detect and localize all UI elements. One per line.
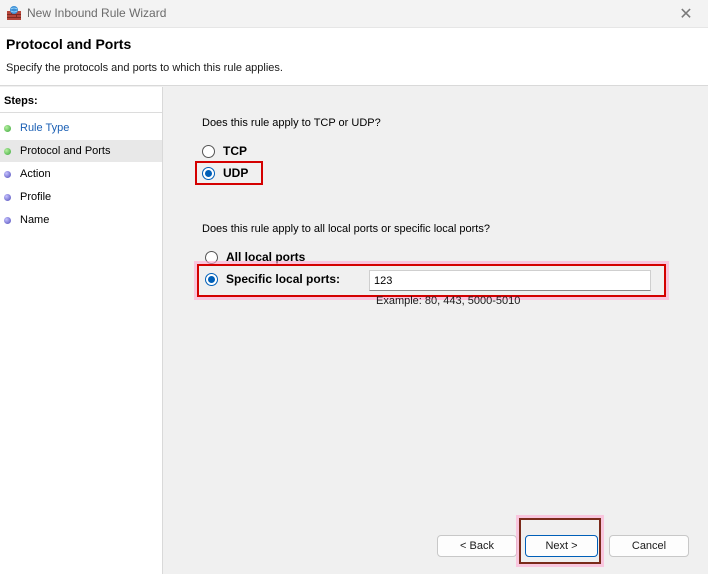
specific-local-ports-label: Specific local ports:	[226, 272, 341, 286]
step-pending-icon	[4, 170, 11, 178]
step-label: Name	[20, 214, 50, 226]
specific-local-ports-radio[interactable]: Specific local ports:	[205, 272, 340, 286]
page-title: Protocol and Ports	[6, 36, 132, 52]
steps-panel: Steps: Rule Type Protocol and Ports Acti…	[0, 87, 163, 574]
all-local-ports-radio[interactable]: All local ports	[205, 250, 305, 264]
window-title: New Inbound Rule Wizard	[27, 6, 167, 20]
step-pending-icon	[4, 216, 11, 224]
all-local-ports-label: All local ports	[226, 250, 306, 264]
udp-label: UDP	[223, 166, 249, 180]
back-button[interactable]: < Back	[437, 535, 517, 557]
tcp-label: TCP	[223, 144, 247, 158]
close-icon: ✕	[679, 6, 693, 23]
step-done-icon	[4, 124, 11, 132]
udp-radio[interactable]: UDP	[202, 166, 248, 180]
protocol-question: Does this rule apply to TCP or UDP?	[202, 117, 381, 129]
radio-checked-icon	[202, 166, 215, 180]
firewall-icon	[7, 6, 21, 20]
ports-question: Does this rule apply to all local ports …	[202, 223, 490, 235]
ports-example: Example: 80, 443, 5000-5010	[376, 295, 521, 307]
steps-divider	[0, 112, 162, 113]
step-label: Protocol and Ports	[20, 145, 111, 157]
step-profile: Profile	[0, 186, 162, 208]
step-name: Name	[0, 209, 162, 231]
steps-title: Steps:	[4, 95, 38, 107]
cancel-button[interactable]: Cancel	[609, 535, 689, 557]
step-rule-type[interactable]: Rule Type	[0, 117, 162, 139]
step-pending-icon	[4, 193, 11, 201]
step-label: Profile	[20, 191, 52, 203]
step-done-icon	[4, 147, 11, 155]
specific-ports-input[interactable]	[369, 270, 651, 291]
radio-icon	[205, 250, 218, 264]
radio-icon	[202, 144, 215, 158]
wizard-window: New Inbound Rule Wizard ✕ Protocol and P…	[0, 0, 708, 574]
next-button[interactable]: Next >	[525, 535, 598, 557]
title-bar: New Inbound Rule Wizard ✕	[0, 0, 708, 28]
page-subtitle: Specify the protocols and ports to which…	[6, 62, 283, 74]
step-protocol-and-ports: Protocol and Ports	[0, 140, 162, 162]
step-label: Rule Type	[20, 122, 70, 134]
wizard-header: Protocol and Ports Specify the protocols…	[0, 28, 708, 86]
step-label: Action	[20, 168, 51, 180]
step-action: Action	[0, 163, 162, 185]
radio-checked-icon	[205, 272, 218, 286]
close-button[interactable]: ✕	[664, 0, 708, 28]
tcp-radio[interactable]: TCP	[202, 144, 247, 158]
